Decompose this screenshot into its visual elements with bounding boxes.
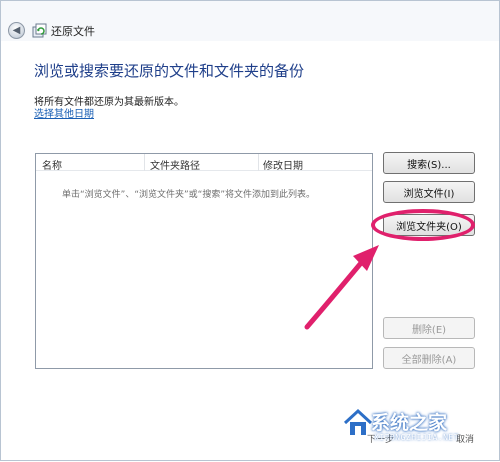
column-header-name[interactable]: 名称 bbox=[42, 157, 62, 172]
title-bar: ◀ 还原文件 bbox=[1, 1, 499, 41]
restore-files-icon bbox=[32, 23, 47, 38]
window-title: 还原文件 bbox=[51, 25, 95, 38]
browse-folders-button[interactable]: 浏览文件夹(O) bbox=[383, 214, 475, 236]
remove-button[interactable]: 删除(E) bbox=[383, 317, 475, 339]
site-watermark: 系统之家 XITONGZHIJIA.NET bbox=[341, 406, 500, 462]
remove-all-button[interactable]: 全部删除(A) bbox=[383, 347, 475, 369]
watermark-url: XITONGZHIJIA.NET bbox=[374, 433, 460, 442]
column-divider bbox=[258, 154, 259, 171]
choose-other-date-link[interactable]: 选择其他日期 bbox=[34, 105, 94, 120]
file-list[interactable]: 名称 文件夹路径 修改日期 单击“浏览文件”、“浏览文件夹”或“搜索”将文件添加… bbox=[35, 153, 373, 369]
column-header-folder-path[interactable]: 文件夹路径 bbox=[150, 157, 200, 172]
browse-files-button[interactable]: 浏览文件(I) bbox=[383, 181, 475, 203]
house-logo-icon bbox=[343, 408, 373, 435]
restore-files-window: ◀ 还原文件 浏览或搜索要还原的文件和文件夹的备份 将所有文件都还原为其最新版本… bbox=[0, 0, 500, 461]
back-arrow-icon: ◀ bbox=[12, 24, 21, 36]
page-heading: 浏览或搜索要还原的文件和文件夹的备份 bbox=[34, 62, 305, 80]
column-header-date-modified[interactable]: 修改日期 bbox=[263, 157, 303, 172]
file-list-header: 名称 文件夹路径 修改日期 bbox=[36, 154, 372, 172]
search-button[interactable]: 搜索(S)... bbox=[383, 152, 475, 174]
column-divider bbox=[144, 154, 145, 171]
watermark-text: 系统之家 bbox=[371, 412, 448, 434]
empty-list-message: 单击“浏览文件”、“浏览文件夹”或“搜索”将文件添加到此列表。 bbox=[62, 190, 315, 200]
back-button[interactable]: ◀ bbox=[8, 22, 25, 39]
